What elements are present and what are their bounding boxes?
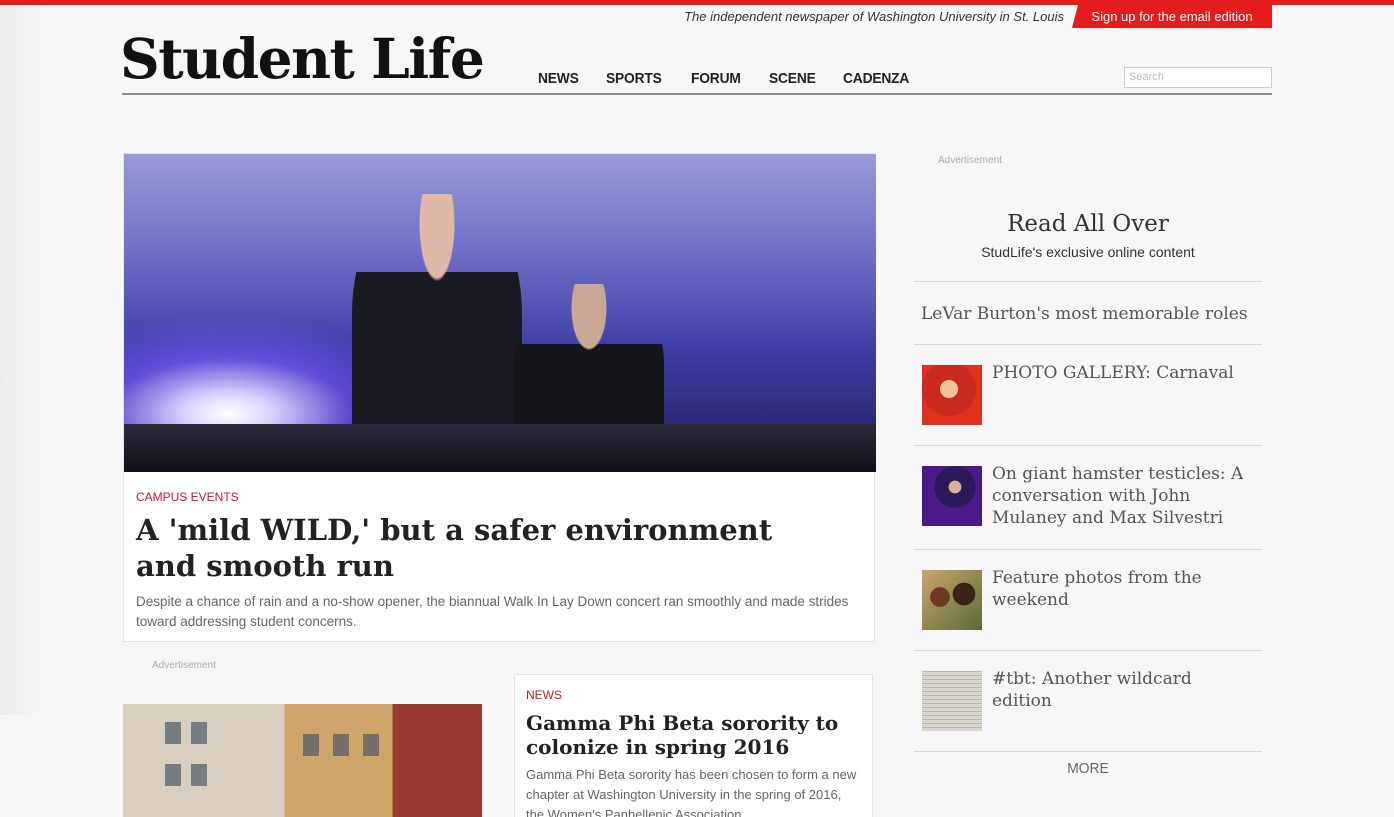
dancer-thumbnail[interactable] (922, 365, 982, 425)
sidebar-item-title[interactable]: On giant hamster testicles: A conversati… (992, 463, 1254, 529)
more-button[interactable]: MORE (928, 760, 1248, 777)
students-thumbnail[interactable] (922, 570, 982, 630)
story-headline[interactable]: Gamma Phi Beta sorority to colonize in s… (526, 711, 856, 759)
main-nav: NEWS SPORTS FORUM SCENE CADENZA (538, 70, 915, 87)
sidebar-divider (914, 751, 1262, 752)
site-tagline: The independent newspaper of Washington … (684, 9, 1064, 24)
sidebar-item-title[interactable]: Feature photos from the weekend (992, 567, 1254, 611)
nav-sports[interactable]: SPORTS (606, 70, 662, 87)
feature-image[interactable] (124, 154, 876, 472)
sidebar-item-title[interactable]: #tbt: Another wildcard edition (992, 668, 1254, 712)
nav-news[interactable]: NEWS (538, 70, 579, 87)
search-input[interactable]: Search (1124, 67, 1272, 88)
sidebar-item[interactable]: #tbt: Another wildcard edition (914, 651, 1262, 751)
sidebar-subtitle: StudLife's exclusive online content (981, 244, 1195, 260)
sidebar-item-title[interactable]: PHOTO GALLERY: Carnaval (992, 362, 1254, 384)
story-summary: Gamma Phi Beta sorority has been chosen … (526, 767, 857, 817)
top-red-bar (0, 0, 1394, 5)
email-signup-button[interactable]: Sign up for the email edition (1072, 5, 1272, 28)
header-divider (122, 93, 1272, 95)
nav-scene[interactable]: SCENE (769, 70, 816, 87)
sidebar-item-title[interactable]: LeVar Burton's most memorable roles (921, 303, 1251, 325)
nav-forum[interactable]: FORUM (691, 70, 741, 87)
feature-headline[interactable]: A 'mild WILD,' but a safer environment a… (136, 512, 836, 584)
comedian-thumbnail[interactable] (922, 466, 982, 526)
feature-summary: Despite a chance of rain and a no-show o… (136, 594, 849, 629)
story-category[interactable]: NEWS (526, 688, 562, 702)
sidebar-item[interactable]: On giant hamster testicles: A conversati… (914, 446, 1262, 549)
sidebar-item[interactable]: LeVar Burton's most memorable roles (914, 281, 1262, 344)
feature-category[interactable]: CAMPUS EVENTS (136, 490, 239, 504)
newspaper-thumbnail[interactable] (922, 671, 982, 731)
news-story-card[interactable]: NEWS Gamma Phi Beta sorority to colonize… (514, 674, 873, 817)
page-shadow (0, 5, 42, 715)
feature-story-card[interactable]: CAMPUS EVENTS A 'mild WILD,' but a safer… (123, 153, 876, 642)
sidebar-ad-label: Advertisement (938, 155, 1002, 166)
sidebar-item[interactable]: Feature photos from the weekend (914, 550, 1262, 650)
dj-equipment (124, 424, 876, 472)
main-ad-label: Advertisement (152, 660, 216, 671)
site-logo[interactable]: Student Life (120, 26, 485, 91)
sidebar-title: Read All Over (1007, 211, 1169, 237)
nav-cadenza[interactable]: CADENZA (843, 70, 909, 87)
sidebar-item[interactable]: PHOTO GALLERY: Carnaval (914, 345, 1262, 445)
building-photo[interactable] (123, 704, 482, 817)
